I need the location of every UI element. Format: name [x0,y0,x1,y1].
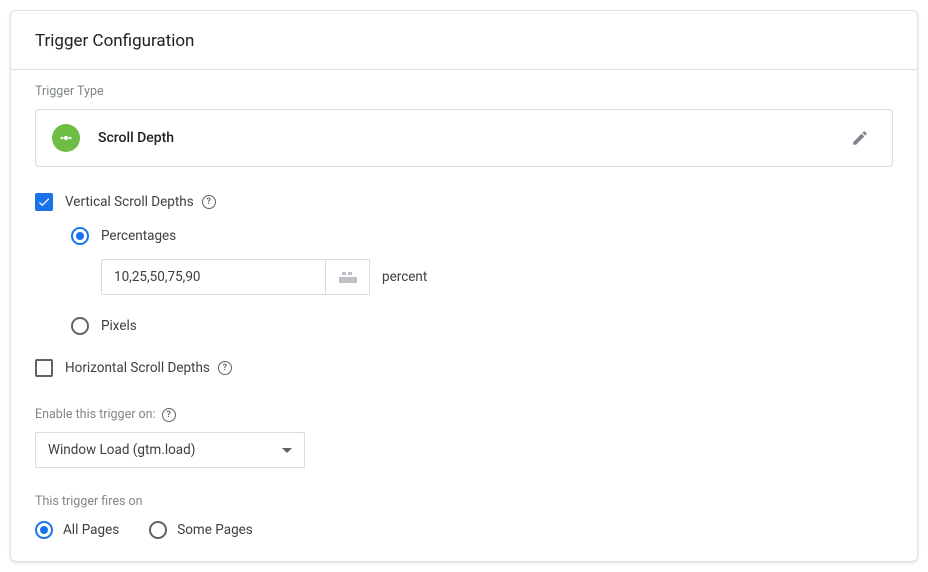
vertical-scroll-label-text: Vertical Scroll Depths [65,194,194,210]
all-pages-label: All Pages [63,522,119,538]
edit-button[interactable] [844,122,876,154]
horizontal-scroll-checkbox[interactable] [35,359,53,377]
percentages-radio-row: Percentages [71,227,893,245]
enable-trigger-section: Enable this trigger on: ? Window Load (g… [11,403,917,478]
trigger-type-box[interactable]: Scroll Depth [35,109,893,167]
brick-icon [339,270,357,284]
variable-picker-button[interactable] [326,259,370,295]
enable-on-selected: Window Load (gtm.load) [48,442,195,458]
pixels-radio[interactable] [71,317,89,335]
pixels-radio-row: Pixels [71,317,893,335]
percentages-label: Percentages [101,228,176,244]
trigger-type-section: Trigger Type Scroll Depth [11,70,917,175]
some-pages-radio[interactable] [149,521,167,539]
trigger-type-label: Trigger Type [35,84,893,99]
all-pages-option: All Pages [35,521,119,539]
vertical-scroll-checkbox-row: Vertical Scroll Depths ? [35,193,893,211]
some-pages-label: Some Pages [177,522,253,538]
enable-on-select[interactable]: Window Load (gtm.load) [35,432,305,468]
trigger-config-card: Trigger Configuration Trigger Type Scrol… [10,10,918,562]
vertical-scroll-checkbox[interactable] [35,193,53,211]
percentages-radio[interactable] [71,227,89,245]
horizontal-scroll-label-text: Horizontal Scroll Depths [65,360,210,376]
scroll-depth-icon [52,124,80,152]
check-icon [37,195,51,209]
enable-on-label: Enable this trigger on: ? [35,407,893,422]
pixels-label: Pixels [101,318,137,334]
fires-on-label: This trigger fires on [35,494,893,509]
horizontal-scroll-section: Horizontal Scroll Depths ? [11,359,917,403]
vertical-radio-group: Percentages percent Pixels [35,227,893,335]
vertical-scroll-label: Vertical Scroll Depths ? [65,194,216,210]
pencil-icon [851,129,869,147]
enable-on-label-text: Enable this trigger on: [35,407,156,422]
percentages-input-row: percent [71,259,893,295]
horizontal-scroll-label: Horizontal Scroll Depths ? [65,360,232,376]
help-icon[interactable]: ? [162,408,176,422]
all-pages-radio[interactable] [35,521,53,539]
card-header: Trigger Configuration [11,11,917,70]
trigger-type-name: Scroll Depth [98,130,826,146]
horizontal-scroll-checkbox-row: Horizontal Scroll Depths ? [35,359,893,377]
fires-on-section: This trigger fires on All Pages Some Pag… [11,478,917,561]
fires-on-options: All Pages Some Pages [35,521,893,539]
chevron-down-icon [282,442,292,458]
vertical-scroll-section: Vertical Scroll Depths ? Percentages pe [11,175,917,359]
page-title: Trigger Configuration [35,31,893,51]
percentages-input[interactable] [101,259,326,295]
help-icon[interactable]: ? [202,195,216,209]
percent-unit: percent [382,269,427,285]
some-pages-option: Some Pages [149,521,253,539]
help-icon[interactable]: ? [218,361,232,375]
